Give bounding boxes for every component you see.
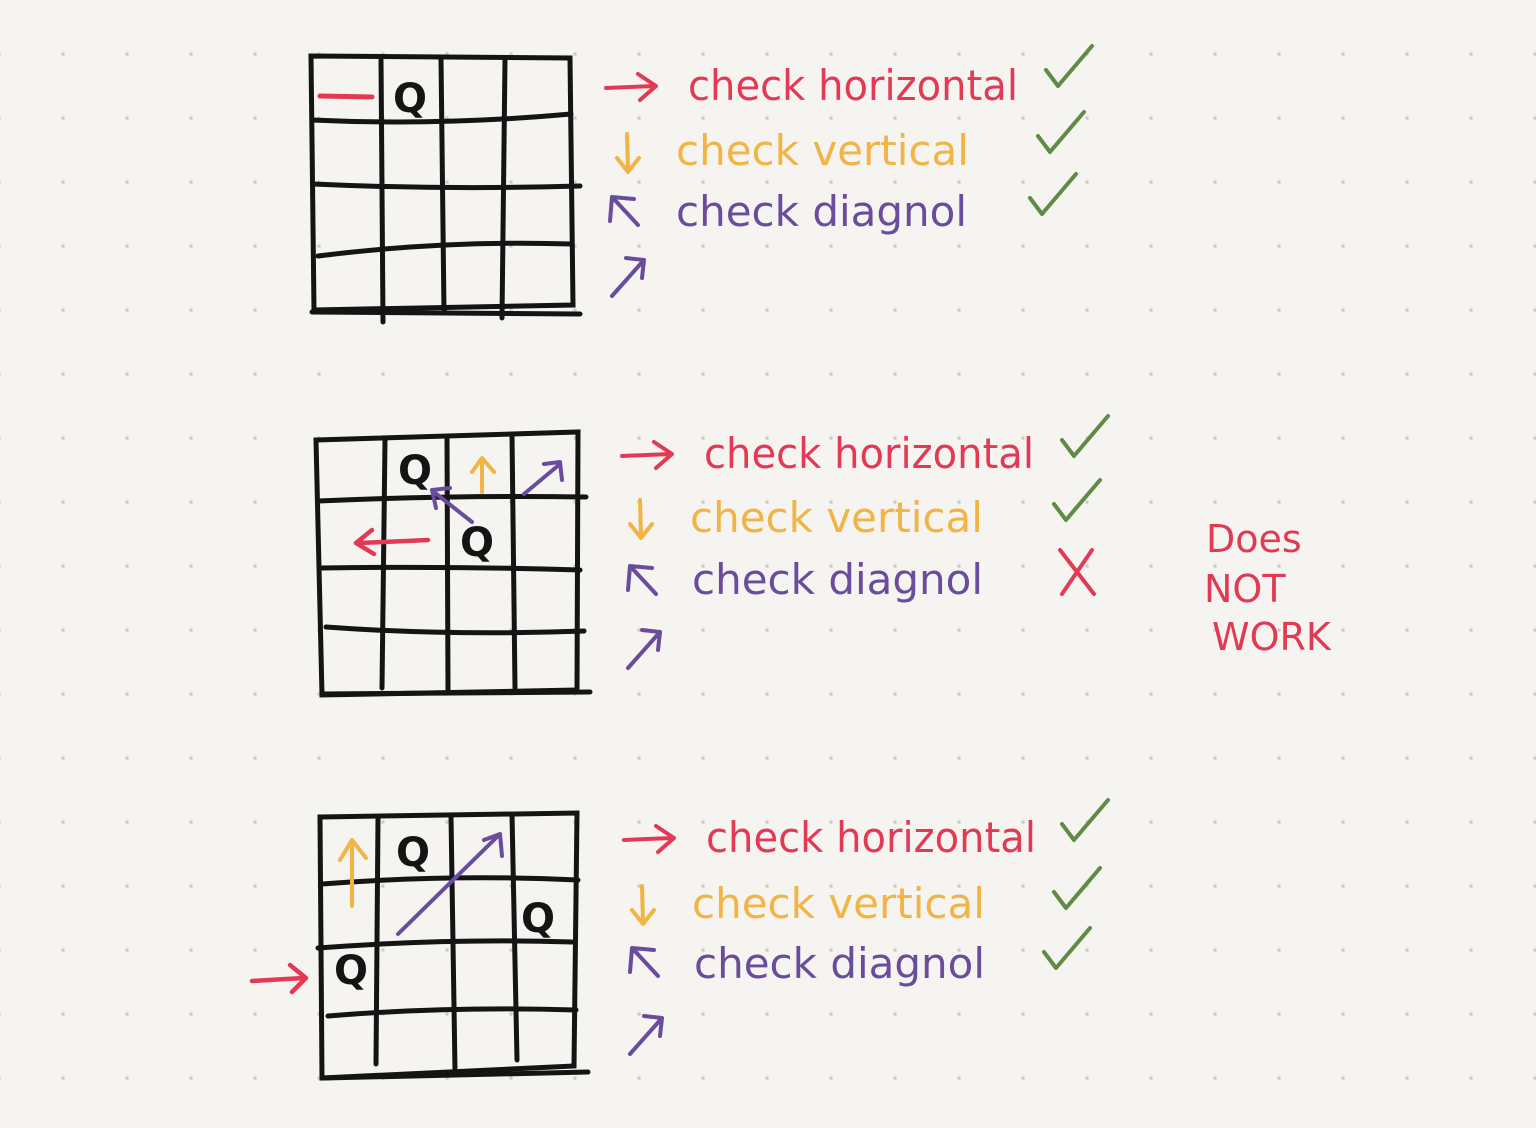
board-2-grid-v3 [509, 431, 518, 691]
up-right-arrow-icon [626, 628, 662, 670]
check-label: check vertical [690, 493, 983, 542]
queen-piece: Q [396, 830, 430, 876]
note-line: Does [1206, 517, 1302, 561]
check-label: check horizontal [688, 61, 1018, 110]
up-left-arrow-icon [608, 195, 640, 227]
cross-mark-icon [1058, 548, 1096, 596]
board-2-grid-v2 [444, 433, 451, 693]
check-label: check horizontal [706, 813, 1036, 862]
down-arrow-icon [630, 884, 656, 926]
check-mark-icon [1044, 44, 1094, 88]
panel-3: Q Q Q check horizontal check vertical ch… [249, 798, 1110, 1081]
note-line: NOT [1204, 567, 1286, 611]
check-mark-icon [1036, 110, 1086, 154]
vertical-scan-arrow [470, 456, 496, 494]
right-arrow-icon [604, 72, 658, 102]
board-2-grid-h1 [315, 494, 589, 504]
whiteboard-canvas: Q check horizontal check vertical check … [249, 44, 1332, 1081]
diagonal-scan-arrow-right [522, 460, 564, 496]
queen-piece: Q [521, 896, 555, 942]
check-mark-icon [1060, 414, 1110, 458]
check-label: check vertical [676, 126, 969, 175]
board-2-grid-bottom [319, 689, 593, 697]
board-1-grid-bottom [309, 309, 583, 317]
panel-1: Q check horizontal check vertical check … [308, 44, 1094, 325]
check-label: check diagnol [694, 939, 985, 988]
right-arrow-icon [622, 824, 676, 854]
board-3-grid-v3 [509, 811, 520, 1063]
horizontal-scan-stroke [317, 93, 375, 100]
check-label: check diagnol [676, 187, 967, 236]
queen-piece: Q [460, 520, 494, 566]
does-not-work-note: Does NOT WORK [1204, 517, 1332, 659]
board-2-grid-h2 [317, 564, 583, 573]
down-arrow-icon [615, 132, 641, 174]
check-label: check vertical [692, 879, 985, 928]
queen-piece: Q [393, 76, 427, 122]
note-line: WORK [1212, 615, 1332, 659]
checks-3: check horizontal check vertical check di… [622, 798, 1110, 1056]
check-mark-icon [1052, 866, 1102, 910]
checks-2: check horizontal check vertical check di… [620, 414, 1110, 670]
up-left-arrow-icon [628, 946, 660, 978]
board-1-grid-h2 [310, 181, 583, 191]
up-right-arrow-icon [628, 1014, 664, 1056]
board-2-grid-h3 [323, 624, 587, 636]
check-mark-icon [1028, 172, 1078, 216]
up-right-arrow-icon [610, 256, 646, 298]
up-left-arrow-icon [626, 564, 658, 596]
board-2-grid-v1 [379, 437, 388, 691]
board-3-grid-v1 [373, 815, 381, 1067]
diagonal-scan-arrow-left [430, 486, 474, 524]
queen-piece: Q [334, 948, 368, 994]
check-label: check horizontal [704, 429, 1034, 478]
check-mark-icon [1060, 798, 1110, 842]
right-arrow-icon [620, 440, 674, 470]
check-label: check diagnol [692, 555, 983, 604]
board-3 [315, 810, 591, 1081]
panel-2: Q Q check horizontal check vertical chec… [313, 414, 1332, 698]
horizontal-entry-arrow [249, 962, 309, 995]
down-arrow-icon [628, 498, 654, 540]
board-3-grid-bottom [321, 1069, 591, 1081]
check-mark-icon [1052, 478, 1102, 522]
vertical-scan-arrow [338, 838, 368, 908]
board-1-grid-v1 [378, 55, 386, 325]
checks-1: check horizontal check vertical check di… [604, 44, 1094, 298]
horizontal-scan-arrow [353, 527, 431, 557]
queen-piece: Q [398, 448, 432, 494]
check-mark-icon [1042, 926, 1092, 970]
